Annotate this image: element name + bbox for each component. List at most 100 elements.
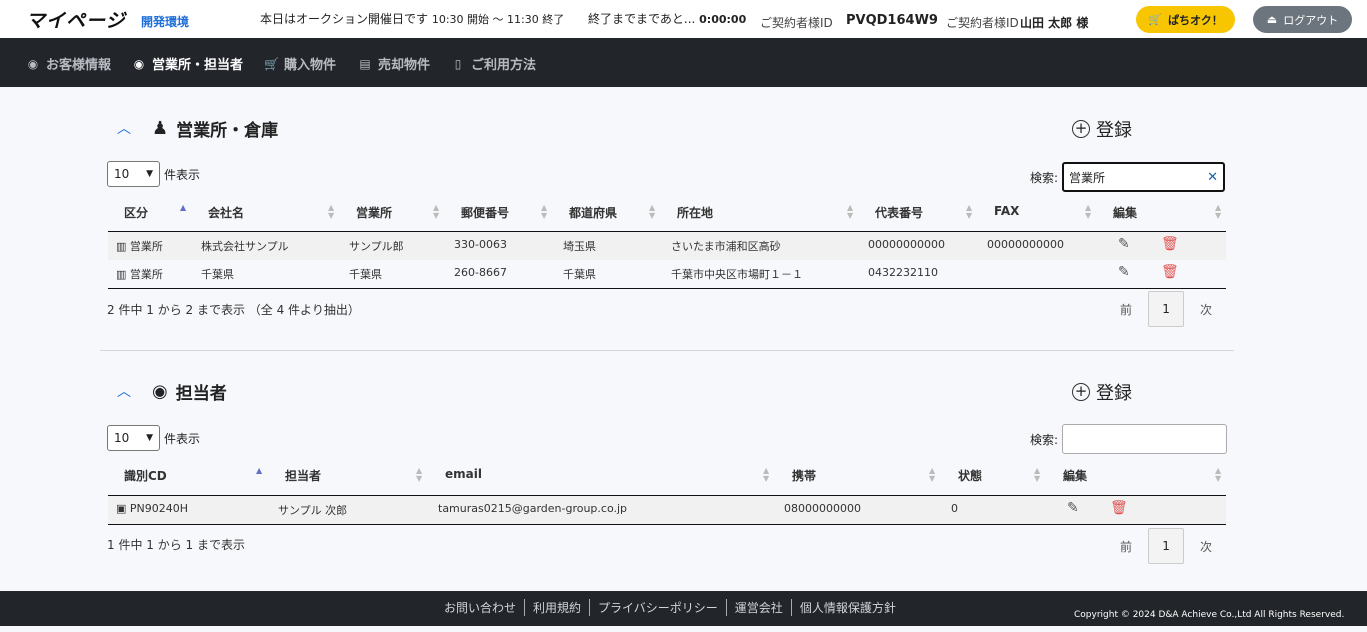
contract-name-label: ご契約者様ID	[946, 16, 1019, 30]
nav-offices-staff[interactable]: ◉ 営業所・担当者	[132, 54, 243, 74]
kubun-text: 営業所	[129, 240, 163, 253]
col-cd[interactable]: 識別CD	[124, 467, 167, 484]
prev-button[interactable]: 前	[1120, 538, 1132, 555]
col-staff-name[interactable]: 担当者	[285, 467, 321, 484]
logout-label: ログアウト	[1283, 13, 1339, 27]
offices-table-info: 2 件中 1 から 2 まで表示 （全 4 件より抽出）	[107, 303, 360, 317]
staff-search: 検索:	[1030, 424, 1228, 454]
copyright: Copyright © 2024 D&A Achieve Co.,Ltd All…	[1074, 610, 1345, 620]
cell-status: 0	[951, 502, 958, 515]
cart-icon: 🛒	[1148, 13, 1162, 26]
logout-button[interactable]: ⏏ ログアウト	[1253, 6, 1352, 33]
book-icon: ▯	[454, 56, 462, 71]
edit-icon[interactable]: ✎	[1118, 264, 1130, 280]
next-button[interactable]: 次	[1200, 538, 1212, 555]
logout-icon: ⏏	[1266, 13, 1278, 26]
footer-link-contact[interactable]: お問い合わせ	[436, 599, 526, 616]
site-logo[interactable]: マイページ	[26, 6, 126, 33]
nav-sold[interactable]: ▤ 売却物件	[358, 54, 431, 74]
next-button[interactable]: 次	[1200, 301, 1212, 318]
cd-text: PN90240H	[129, 502, 189, 515]
table-bottom-line	[108, 288, 1226, 289]
col-status[interactable]: 状態	[958, 467, 982, 484]
offices-search: 検索: 営業所 ✕	[1030, 162, 1226, 192]
staff-length-select[interactable]: 10 ▼	[107, 425, 160, 451]
cell-address: 千葉市中央区市場町１－１	[671, 268, 803, 281]
edit-icon[interactable]: ✎	[1118, 236, 1130, 252]
offices-register-button[interactable]: + 登録	[1072, 116, 1132, 142]
col-office[interactable]: 営業所	[356, 204, 392, 221]
register-label: 登録	[1096, 120, 1132, 141]
offices-search-input[interactable]: 営業所 ✕	[1062, 162, 1226, 192]
col-zip[interactable]: 郵便番号	[461, 204, 509, 221]
col-fax[interactable]: FAX	[994, 204, 1019, 218]
cell-phone: 0432232110	[868, 266, 938, 279]
sort-icon: ▲ ▼	[1085, 203, 1092, 220]
sort-icon: ▲ ▼	[966, 203, 973, 220]
col-email[interactable]: email	[445, 467, 482, 481]
page-button[interactable]: 1	[1148, 528, 1185, 564]
trash-icon[interactable]: 🗑	[1110, 500, 1128, 516]
sort-icon: ▲ ▼	[541, 203, 548, 220]
cell-cd: ▣ PN90240H	[116, 502, 188, 515]
nav-label: 売却物件	[378, 58, 431, 73]
col-mobile[interactable]: 携帯	[792, 467, 816, 484]
cell-kubun: ▥ 営業所	[116, 266, 163, 282]
sort-icon: ▲ ▼	[1215, 466, 1222, 483]
staff-search-input[interactable]	[1062, 424, 1228, 454]
collapse-staff-chevron-icon[interactable]: ︿	[117, 381, 131, 401]
main-nav: ◉ お客様情報 ◉ 営業所・担当者 🛒 購入物件 ▤ 売却物件 ▯ ご利用方法	[0, 38, 1367, 87]
pachioku-button[interactable]: 🛒 ぱちオク！	[1136, 6, 1235, 33]
register-label: 登録	[1096, 383, 1132, 404]
person-icon: ◉	[133, 56, 145, 71]
page-button[interactable]: 1	[1148, 291, 1185, 327]
col-edit[interactable]: 編集	[1063, 467, 1087, 484]
col-pref[interactable]: 都道府県	[569, 204, 617, 221]
cell-mobile: 08000000000	[784, 502, 861, 515]
col-company[interactable]: 会社名	[208, 204, 244, 221]
staff-table-info: 1 件中 1 から 1 まで表示	[107, 538, 245, 552]
staff-title: ◉ 担当者	[152, 379, 227, 404]
section-divider	[100, 350, 1234, 351]
nav-usage[interactable]: ▯ ご利用方法	[451, 54, 536, 74]
trash-icon[interactable]: 🗑	[1161, 264, 1179, 280]
cell-email: tamuras0215@garden-group.co.jp	[438, 502, 628, 515]
footer-link-company[interactable]: 運営会社	[727, 599, 792, 616]
sort-asc-icon: ▲	[256, 466, 263, 475]
box-icon: ▤	[359, 56, 371, 71]
sort-icon: ▲ ▼	[1034, 466, 1041, 483]
staff-length-control: 10 ▼ 件表示	[107, 425, 200, 451]
cell-zip: 330-0063	[454, 238, 507, 251]
edit-icon[interactable]: ✎	[1067, 500, 1079, 516]
clear-icon[interactable]: ✕	[1207, 170, 1218, 185]
nav-customer-info[interactable]: ◉ お客様情報	[26, 54, 111, 74]
search-label: 検索:	[1030, 432, 1059, 447]
collapse-offices-chevron-icon[interactable]: ︿	[117, 118, 131, 138]
cell-address: さいたま市浦和区高砂	[671, 240, 781, 253]
contract-id-label: ご契約者様ID	[760, 16, 833, 30]
col-kubun[interactable]: 区分	[124, 204, 148, 221]
sort-icon: ▲ ▼	[847, 203, 854, 220]
col-phone[interactable]: 代表番号	[875, 204, 923, 221]
offices-length-select[interactable]: 10 ▼	[107, 161, 160, 187]
cell-fax: 00000000000	[987, 238, 1064, 251]
footer-link-terms[interactable]: 利用規約	[525, 599, 591, 616]
nav-purchased[interactable]: 🛒 購入物件	[264, 54, 336, 74]
table-row: ▣ PN90240H サンプル 次郎 tamuras0215@garden-gr…	[108, 496, 1226, 524]
col-address[interactable]: 所在地	[677, 204, 713, 221]
cart-icon: 🛒	[264, 56, 279, 71]
trash-icon[interactable]: 🗑	[1161, 236, 1179, 252]
cell-pref: 千葉県	[563, 268, 596, 281]
top-header: マイページ 開発環境 本日はオークション開催日です 10:30 開始 〜 11:…	[0, 0, 1367, 38]
staff-register-button[interactable]: + 登録	[1072, 379, 1132, 405]
col-edit[interactable]: 編集	[1113, 204, 1137, 221]
sort-icon: ▲ ▼	[328, 203, 335, 220]
length-suffix: 件表示	[164, 431, 201, 446]
cell-office: サンプル郎	[349, 240, 404, 253]
offices-title: ♟ 営業所・倉庫	[152, 116, 278, 141]
prev-button[interactable]: 前	[1120, 301, 1132, 318]
footer-link-privacy[interactable]: プライバシーポリシー	[590, 599, 727, 616]
cell-kubun: ▥ 営業所	[116, 238, 163, 254]
table-row: ▥ 営業所 株式会社サンプル サンプル郎 330-0063 埼玉県 さいたま市浦…	[108, 232, 1226, 260]
footer-link-personal-info[interactable]: 個人情報保護方針	[792, 599, 904, 616]
